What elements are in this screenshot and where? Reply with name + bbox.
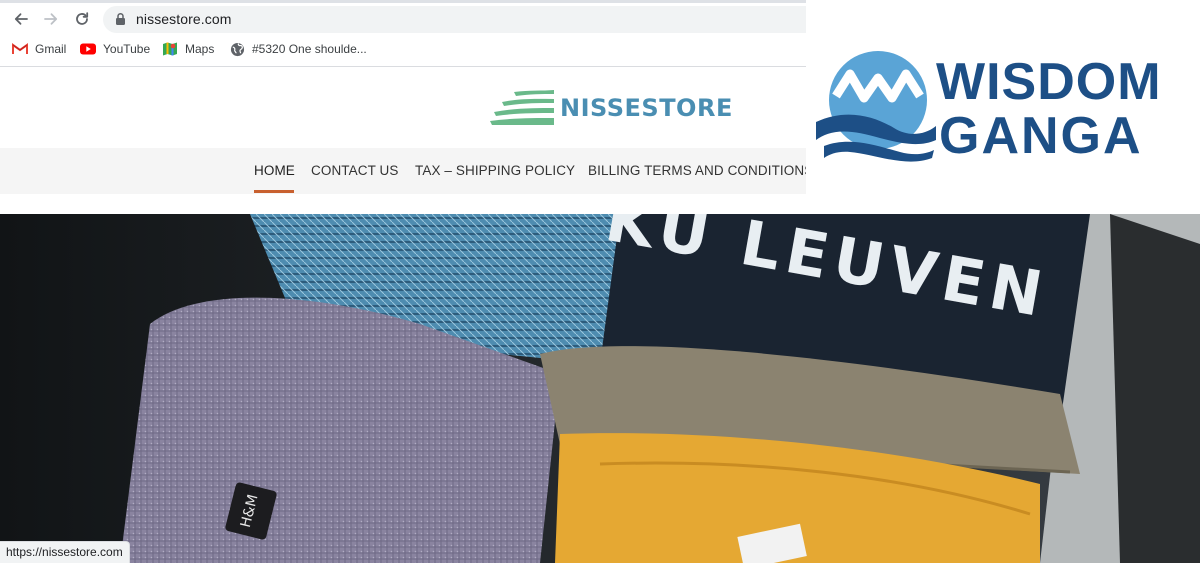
gmail-icon: [12, 41, 28, 57]
chrome-divider: [0, 66, 806, 67]
bookmark-label: #5320 One shoulde...: [252, 42, 367, 56]
globe-icon: [229, 41, 245, 57]
site-logo-text: NISSESTORE: [560, 94, 733, 122]
reload-button[interactable]: [71, 8, 93, 30]
youtube-icon: [80, 41, 96, 57]
browser-chrome: nissestore.com Gmail YouTube Maps #5320 …: [0, 0, 806, 68]
hero-image: KU LEUVEN H&M: [0, 214, 1200, 563]
reload-icon: [76, 12, 89, 25]
url-text[interactable]: nissestore.com: [136, 11, 232, 27]
bookmark-youtube[interactable]: YouTube: [80, 40, 150, 58]
page-root: nissestore.com Gmail YouTube Maps #5320 …: [0, 0, 1200, 563]
watermark-logo: WISDOM GANGA: [806, 0, 1200, 214]
forward-arrow-icon: [44, 13, 58, 25]
tab-strip-edge: [0, 0, 806, 3]
watermark-line1: WISDOM: [936, 53, 1162, 111]
active-menu-indicator: [254, 190, 294, 193]
menu-item-tax-shipping-policy[interactable]: TAX – SHIPPING POLICY: [415, 163, 575, 178]
header-spacer: [0, 194, 806, 214]
primary-menu: HOME CONTACT US TAX – SHIPPING POLICY BI…: [0, 148, 806, 194]
bookmark-label: Gmail: [35, 42, 67, 56]
menu-item-home[interactable]: HOME: [254, 163, 295, 178]
back-button[interactable]: [10, 8, 32, 30]
bookmark-gmail[interactable]: Gmail: [12, 40, 66, 58]
hero-photo-clothes: KU LEUVEN H&M: [0, 214, 1200, 563]
bookmark-label: YouTube: [103, 42, 151, 56]
menu-item-contact-us[interactable]: CONTACT US: [311, 163, 399, 178]
bookmark-label: Maps: [185, 42, 215, 56]
watermark-line2: GANGA: [939, 107, 1143, 165]
address-bar[interactable]: nissestore.com: [103, 6, 806, 33]
forward-button[interactable]: [40, 8, 62, 30]
status-url-bubble: https://nissestore.com: [0, 541, 130, 563]
site-logo[interactable]: NISSESTORE: [490, 88, 733, 128]
bookmark-product[interactable]: #5320 One shoulde...: [229, 40, 367, 58]
lock-icon: [116, 12, 125, 25]
wisdom-ganga-logo-icon: [816, 51, 936, 162]
bookmark-maps[interactable]: Maps: [162, 40, 214, 58]
site-header: NISSESTORE: [0, 68, 806, 148]
logo-waves-icon: [490, 90, 554, 125]
maps-icon: [162, 41, 178, 57]
back-arrow-icon: [14, 13, 28, 25]
menu-item-billing-terms[interactable]: BILLING TERMS AND CONDITIONS: [588, 163, 806, 178]
bookmarks-bar: Gmail YouTube Maps #5320 One shoulde...: [0, 38, 806, 60]
